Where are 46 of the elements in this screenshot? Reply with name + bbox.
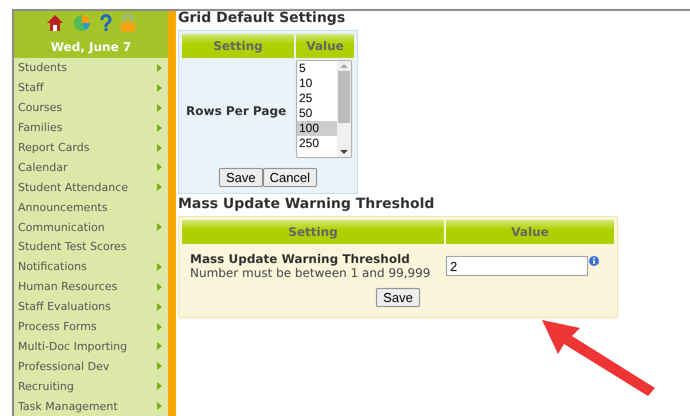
list-option[interactable]: 10 (297, 76, 337, 91)
section-title: Mass Update Warning Threshold (178, 196, 434, 212)
menu-item[interactable]: Recruiting (14, 376, 168, 396)
menu-item[interactable]: Courses (14, 98, 168, 118)
pie-chart-icon[interactable] (72, 14, 92, 32)
save-button[interactable]: Save (376, 288, 420, 307)
list-option[interactable]: 50 (297, 106, 337, 121)
menu-item[interactable]: Multi-Doc Importing (14, 336, 168, 356)
section-title: Grid Default Settings (178, 10, 346, 26)
menu-item[interactable]: Communication (14, 217, 168, 238)
hint-text: Number must be between 1 and 99,999 (190, 266, 432, 280)
setting-label: Mass Update Warning Threshold (190, 252, 411, 266)
list-option[interactable]: 5 (297, 61, 337, 76)
help-icon[interactable] (100, 14, 112, 32)
menu-item[interactable]: Report Cards (14, 138, 168, 158)
list-option[interactable]: 25 (297, 91, 337, 106)
list-option[interactable]: 250 (297, 136, 337, 151)
date-label: Wed, June 7 (50, 40, 132, 54)
menu-item[interactable]: Calendar (14, 157, 168, 178)
setting-label: Rows Per Page (185, 104, 288, 118)
list-option[interactable]: 100 (297, 121, 337, 136)
scroll-up-icon[interactable] (340, 61, 348, 71)
house-icon[interactable] (46, 14, 64, 32)
rows-per-page-listbox[interactable]: 5 10 25 50 100 250 (296, 60, 352, 158)
column-header: Setting (182, 34, 294, 58)
menu-item[interactable]: Professional Dev (14, 356, 168, 376)
menu-item[interactable]: Process Forms (14, 316, 168, 336)
menu-item[interactable]: Student Test Scores (14, 237, 168, 257)
menu-item[interactable]: Students (14, 58, 168, 78)
threshold-input[interactable]: 2 (446, 256, 588, 276)
save-button[interactable]: Save (218, 168, 263, 187)
menu-item[interactable]: Families (14, 118, 168, 138)
menu-item[interactable]: Staff (14, 78, 168, 98)
column-header: Value (296, 34, 354, 58)
scrollbar[interactable] (337, 61, 351, 157)
column-header: Value (446, 220, 614, 244)
column-header: Setting (182, 220, 444, 244)
info-icon[interactable] (589, 256, 599, 266)
menu-item[interactable]: Staff Evaluations (14, 296, 168, 317)
scroll-down-icon[interactable] (340, 147, 348, 157)
menu-item[interactable]: Student Attendance (14, 177, 168, 198)
menu-item[interactable]: Task Management (14, 396, 168, 416)
menu-item[interactable]: Announcements (14, 197, 168, 218)
menu-item[interactable]: Human Resources (14, 276, 168, 297)
cancel-button[interactable]: Cancel (262, 168, 318, 187)
menu-item[interactable]: Notifications (14, 256, 168, 277)
